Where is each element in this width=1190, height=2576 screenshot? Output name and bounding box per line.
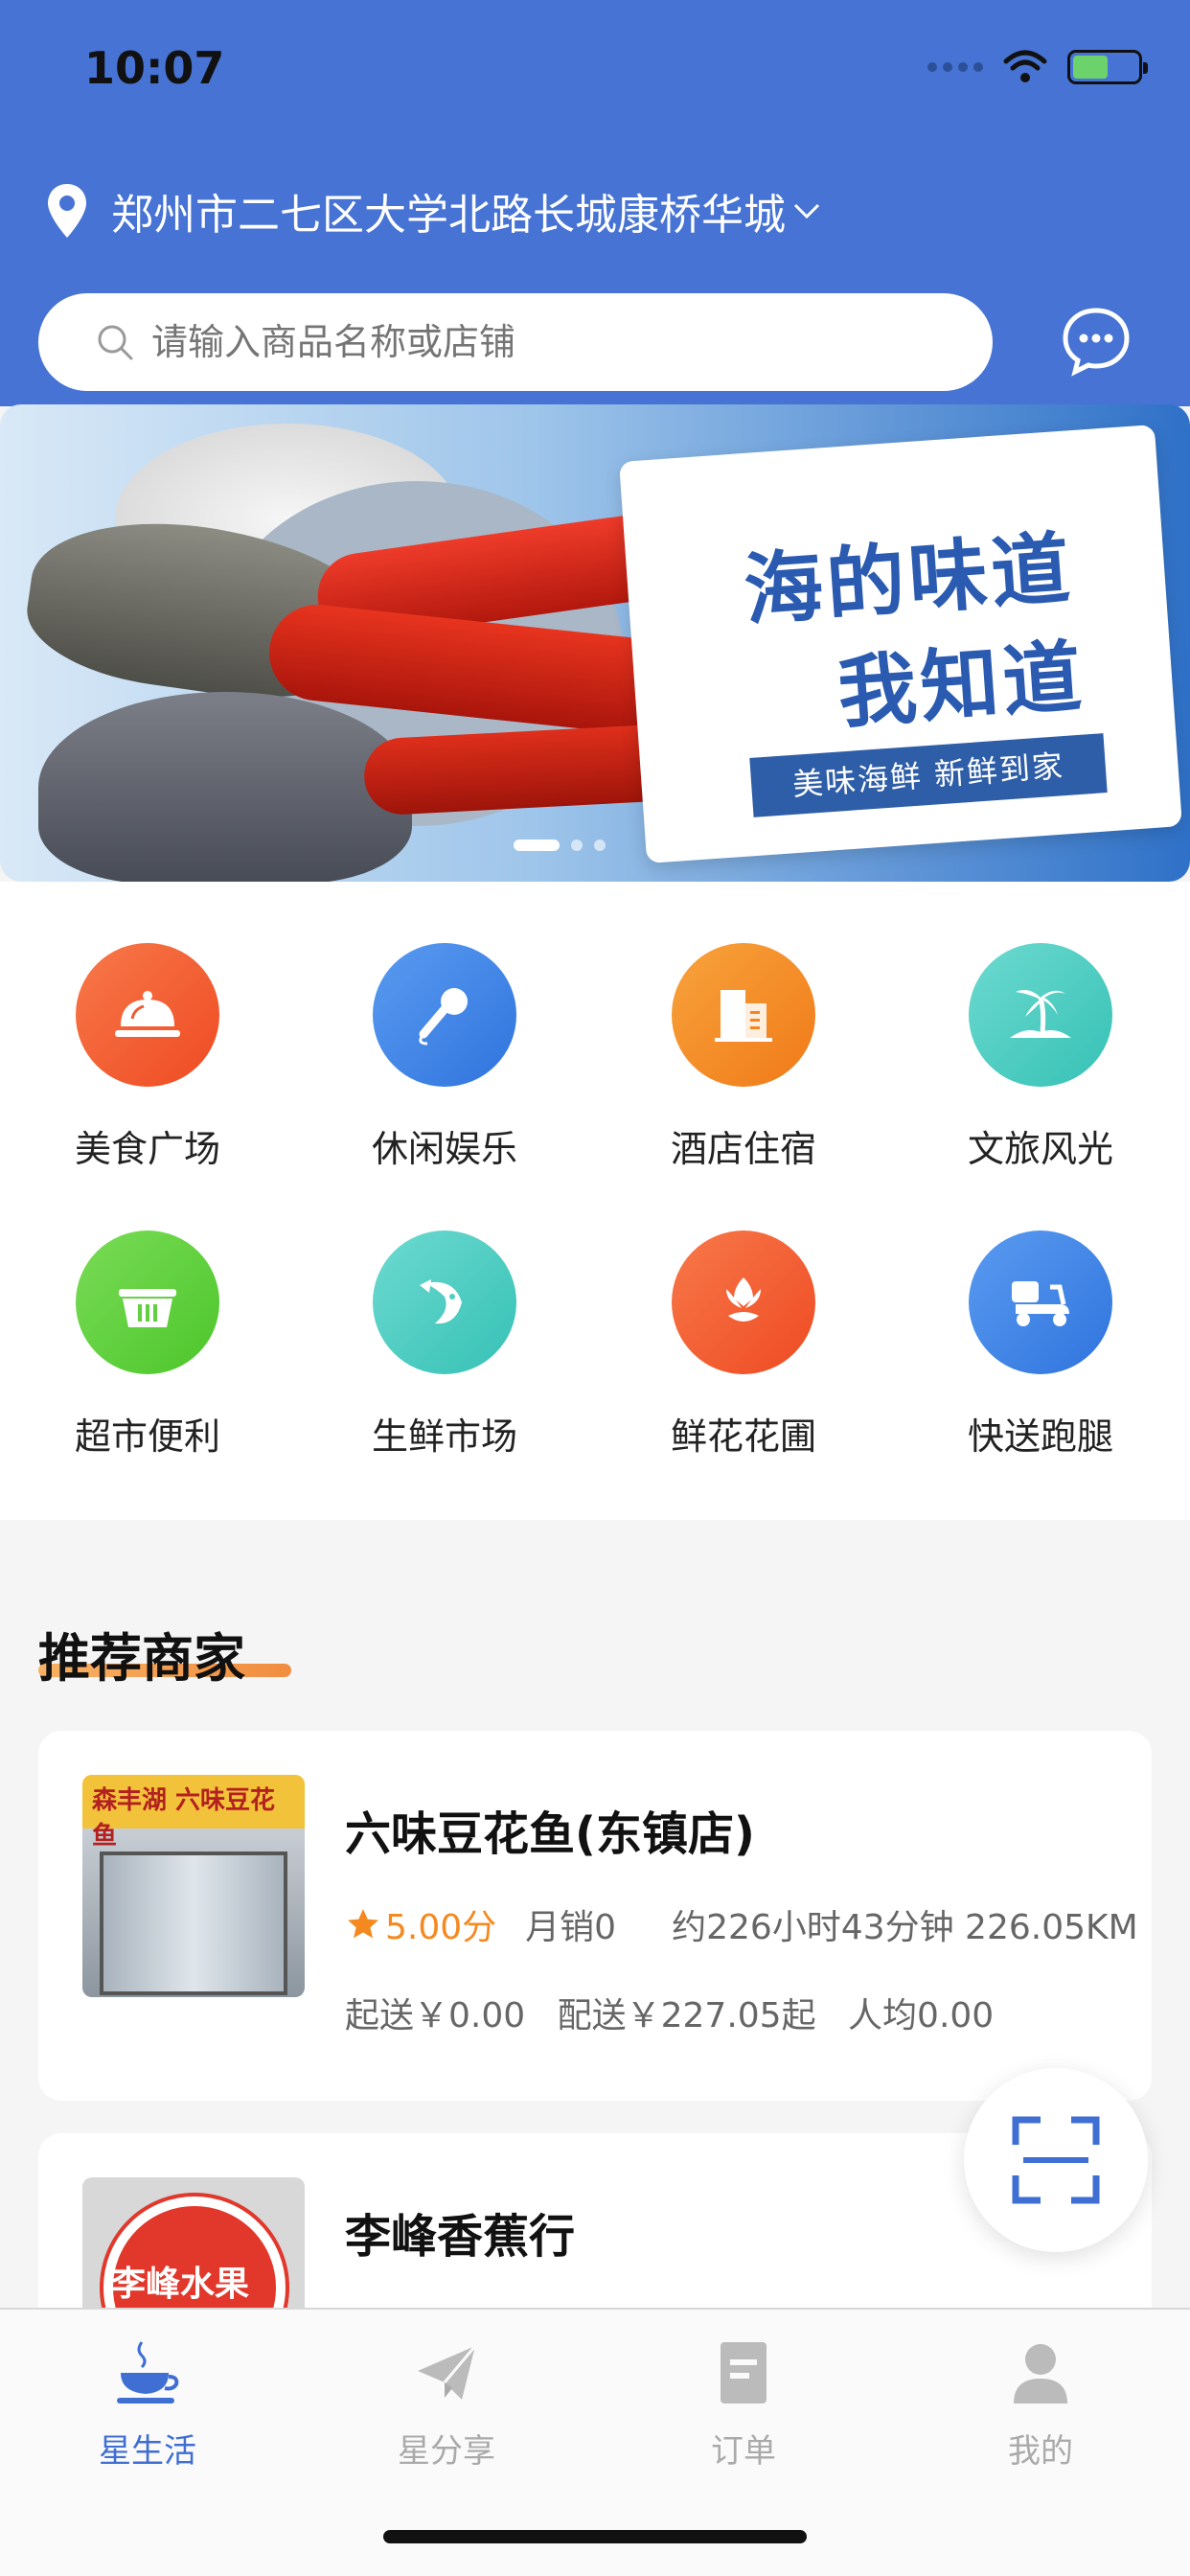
- category-label: 生鲜市场: [371, 1415, 517, 1458]
- storefront-sign: 森丰湖 六味豆花鱼: [82, 1775, 305, 1851]
- tab-label: 我的: [1008, 2432, 1073, 2471]
- merchant-thumbnail: 森丰湖 六味豆花鱼: [82, 1775, 305, 1997]
- category-travel[interactable]: 文旅风光: [926, 943, 1156, 1172]
- merchant-min-order: 起送￥0.00: [345, 1996, 526, 2036]
- banner-crab-image: [38, 692, 412, 882]
- merchant-fees: 起送￥0.00 配送￥227.05起 人均0.00: [345, 1988, 1015, 2037]
- basket-icon: [76, 1230, 219, 1374]
- banner-dot: [594, 840, 606, 851]
- category-label: 快送跑腿: [967, 1415, 1113, 1458]
- status-icons: [927, 50, 1148, 84]
- hotel-icon: [672, 943, 815, 1087]
- merchant-monthly-sales: 月销0: [525, 1908, 617, 1947]
- chevron-down-icon: [793, 203, 820, 219]
- location-text: 郑州市二七区大学北路长城康桥华城: [111, 191, 786, 240]
- merchant-per-capita: 人均0.00: [848, 1996, 995, 2036]
- category-leisure[interactable]: 休闲娱乐: [330, 943, 560, 1172]
- category-label: 文旅风光: [967, 1128, 1113, 1170]
- tab-label: 订单: [711, 2432, 776, 2471]
- merchant-eta-distance: 约226小时43分钟 226.05KM: [672, 1908, 1138, 1947]
- category-supermarket[interactable]: 超市便利: [33, 1230, 263, 1460]
- banner-dot: [571, 840, 583, 851]
- header: 10:07 郑州市二七区大学北路长城康桥华城: [0, 0, 1190, 406]
- battery-icon: [1067, 50, 1148, 84]
- category-courier[interactable]: 快送跑腿: [926, 1230, 1156, 1460]
- promo-banner[interactable]: 海的味道 我知道 美味海鲜 新鲜到家: [0, 404, 1190, 882]
- category-label: 酒店住宿: [670, 1128, 816, 1170]
- status-time: 10:07: [84, 42, 225, 94]
- scan-button[interactable]: [964, 2068, 1148, 2252]
- tab-label: 星分享: [398, 2432, 495, 2471]
- merchant-name: 六味豆花鱼(东镇店): [345, 1807, 755, 1861]
- merchant-rating: 5.00分: [385, 1908, 497, 1947]
- star-icon: [348, 1909, 378, 1939]
- category-label: 鲜花花圃: [670, 1415, 816, 1458]
- microphone-icon: [373, 943, 516, 1087]
- palm-island-icon: [969, 943, 1112, 1087]
- category-label: 美食广场: [74, 1128, 220, 1170]
- banner-dot-active: [514, 840, 560, 851]
- scan-icon: [1012, 2116, 1100, 2204]
- paper-plane-icon: [418, 2345, 477, 2400]
- tab-orders[interactable]: 订单: [648, 2338, 839, 2472]
- tab-star-share[interactable]: 星分享: [351, 2338, 542, 2472]
- category-grid: 美食广场 休闲娱乐 酒店住宿 文旅风光 超市便利 生鲜市场 鲜花花圃 快送跑腿: [0, 882, 1190, 1520]
- profile-icon: [1014, 2344, 1067, 2404]
- search-bar[interactable]: [38, 293, 993, 391]
- merchant-logo-text: 李峰水果: [111, 2265, 250, 2304]
- storefront-door: [100, 1852, 287, 1995]
- search-icon: [98, 325, 133, 360]
- coffee-cup-icon: [117, 2341, 179, 2404]
- banner-slogan-line2: 我知道: [835, 632, 1088, 740]
- tulip-icon: [672, 1230, 815, 1374]
- tab-star-life[interactable]: 星生活: [52, 2338, 243, 2472]
- category-fresh-market[interactable]: 生鲜市场: [330, 1230, 560, 1460]
- category-flowers[interactable]: 鲜花花圃: [629, 1230, 858, 1460]
- category-food-court[interactable]: 美食广场: [33, 943, 263, 1172]
- category-label: 休闲娱乐: [371, 1128, 517, 1170]
- location-pin-icon: [48, 184, 86, 238]
- tab-label: 星生活: [99, 2432, 196, 2471]
- merchant-card[interactable]: 森丰湖 六味豆花鱼 六味豆花鱼(东镇店) 5.00分 月销0 约226小时43分…: [38, 1731, 1152, 2101]
- merchant-stats: 5.00分 月销0 约226小时43分钟 226.05KM: [345, 1899, 1138, 1949]
- banner-pagination: [514, 840, 606, 851]
- search-input[interactable]: [151, 321, 918, 363]
- category-hotel[interactable]: 酒店住宿: [629, 943, 858, 1172]
- cloche-icon: [76, 943, 219, 1087]
- scooter-icon: [969, 1230, 1112, 1374]
- location-selector[interactable]: 郑州市二七区大学北路长城康桥华城: [44, 180, 822, 242]
- merchant-delivery-fee: 配送￥227.05起: [557, 1996, 816, 2036]
- home-indicator: [383, 2530, 807, 2543]
- section-title: 推荐商家: [38, 1628, 245, 1689]
- merchant-name: 李峰香蕉行: [345, 2210, 576, 2264]
- message-icon[interactable]: [1060, 305, 1133, 378]
- order-icon: [721, 2342, 767, 2404]
- wifi-icon: [1003, 50, 1047, 82]
- category-label: 超市便利: [74, 1415, 220, 1458]
- fish-icon: [373, 1230, 516, 1374]
- tab-mine[interactable]: 我的: [945, 2338, 1136, 2472]
- signal-icon: [927, 62, 983, 72]
